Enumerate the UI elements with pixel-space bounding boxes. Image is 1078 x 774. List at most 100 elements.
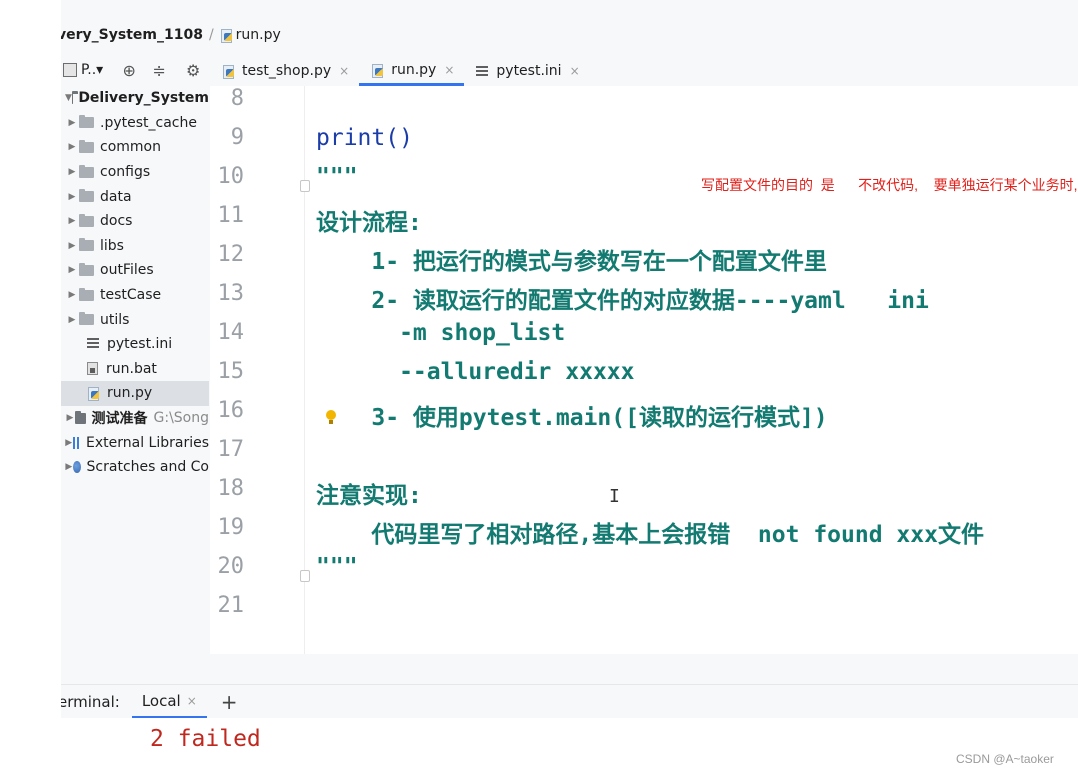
breadcrumb-project[interactable]: very_System_1108	[61, 27, 203, 43]
code-editor[interactable]: 8 9 print() 10 """ 11 设计流程: 12 1- 把运行的模式…	[210, 86, 1078, 654]
tree-folder-data[interactable]: ▶ data	[61, 184, 209, 209]
tree-item-label: common	[100, 139, 161, 156]
chevron-right-icon[interactable]: ▶	[65, 413, 75, 423]
chevron-right-icon[interactable]: ▶	[65, 462, 73, 472]
breadcrumb-file[interactable]: run.py	[236, 27, 281, 43]
tree-item-path: G:\Song	[153, 410, 210, 427]
project-tree: ▼ Delivery_System ▶ .pytest_cache ▶ comm…	[61, 86, 209, 672]
tab-label: pytest.ini	[496, 63, 562, 79]
tree-folder-configs[interactable]: ▶ configs	[61, 160, 209, 185]
tree-item-label: Scratches and Co	[86, 459, 209, 476]
close-icon[interactable]: ×	[187, 694, 197, 708]
tab-terminal-local[interactable]: Local ×	[131, 685, 207, 719]
line-number: 19	[217, 515, 245, 540]
tab-run-py[interactable]: run.py ×	[359, 56, 465, 86]
tree-item-label: 测试准备	[91, 411, 148, 428]
tree-folder-docs[interactable]: ▶ docs	[61, 209, 209, 234]
tree-external-libraries[interactable]: ▶ External Libraries	[61, 430, 209, 455]
tree-root[interactable]: ▼ Delivery_System	[61, 86, 209, 111]
fold-marker-icon[interactable]	[300, 570, 310, 582]
line-number: 8	[230, 86, 244, 111]
chevron-right-icon[interactable]: ▶	[65, 265, 79, 275]
editor-tabs: test_shop.py × run.py × pytest.ini ×	[210, 56, 1078, 87]
add-terminal-button[interactable]: +	[221, 690, 238, 714]
terminal-output[interactable]: 2 failed	[61, 718, 1078, 774]
tab-pytest-ini[interactable]: pytest.ini ×	[464, 56, 589, 86]
tree-folder-utils[interactable]: ▶ utils	[61, 307, 209, 332]
folder-icon	[79, 312, 94, 326]
chevron-right-icon[interactable]: ▶	[65, 438, 73, 448]
watermark: CSDN @A~taoker	[956, 752, 1054, 766]
tree-folder-testcase[interactable]: ▶ testCase	[61, 283, 209, 308]
folder-icon	[79, 189, 94, 203]
project-view-selector[interactable]: P..▾	[81, 62, 103, 78]
code-text: """	[316, 164, 358, 190]
code-text: 注意实现:	[316, 483, 422, 509]
code-text: 设计流程:	[316, 210, 422, 236]
collapse-all-icon[interactable]: ≑	[147, 61, 171, 80]
tree-item-label: testCase	[100, 287, 162, 304]
chevron-right-icon[interactable]: ▶	[65, 315, 79, 325]
close-icon[interactable]: ×	[570, 64, 580, 78]
tree-item-label: data	[100, 188, 132, 205]
code-text: -m shop_list	[316, 320, 566, 346]
line-number: 17	[217, 437, 245, 462]
code-text: 2- 读取运行的配置文件的对应数据----yaml ini	[316, 288, 929, 314]
ini-file-icon	[476, 65, 489, 77]
python-file-icon	[222, 64, 234, 79]
chevron-right-icon[interactable]: ▶	[65, 118, 79, 128]
chevron-right-icon[interactable]: ▶	[65, 142, 79, 152]
code-text: 1- 把运行的模式与参数写在一个配置文件里	[316, 249, 827, 275]
line-number: 14	[217, 320, 245, 345]
tree-file-run-py[interactable]: run.py	[61, 381, 209, 406]
tree-file-pytest-ini[interactable]: pytest.ini	[61, 332, 209, 357]
project-view-icon	[63, 63, 77, 77]
tab-label: run.py	[391, 61, 437, 78]
chevron-right-icon[interactable]: ▶	[65, 192, 79, 202]
tree-item-label: .pytest_cache	[100, 114, 197, 131]
folder-icon	[79, 115, 94, 129]
chevron-right-icon[interactable]: ▶	[65, 241, 79, 251]
line-number: 15	[217, 359, 245, 384]
code-line: 16 3- 使用pytest.main([读取的运行模式])	[210, 398, 1078, 445]
tree-folder-outfiles[interactable]: ▶ outFiles	[61, 258, 209, 283]
tree-item-label: run.bat	[106, 360, 157, 377]
breadcrumb: very_System_1108 / run.py	[61, 24, 1078, 46]
fold-marker-icon[interactable]	[300, 180, 310, 192]
line-number: 20	[217, 554, 245, 579]
code-text: print()	[316, 125, 413, 151]
gear-icon[interactable]: ⚙	[181, 61, 205, 80]
terminal-title: erminal:	[61, 693, 120, 711]
close-icon[interactable]: ×	[339, 64, 349, 78]
chevron-right-icon[interactable]: ▶	[65, 216, 79, 226]
tree-folder-pytest-cache[interactable]: ▶ .pytest_cache	[61, 111, 209, 136]
line-number: 21	[217, 593, 245, 618]
locate-file-icon[interactable]: ⊕	[117, 61, 141, 80]
line-number: 18	[217, 476, 245, 501]
code-text: 3- 使用pytest.main([读取的运行模式])	[316, 405, 828, 431]
breadcrumb-separator: /	[208, 27, 214, 43]
ini-file-icon	[87, 338, 99, 351]
folder-icon	[79, 262, 94, 276]
chevron-right-icon[interactable]: ▶	[65, 167, 79, 177]
tree-item-label: libs	[100, 237, 124, 254]
tree-scratches[interactable]: ▶ Scratches and Co	[61, 455, 209, 480]
chevron-down-icon[interactable]: ▼	[65, 93, 72, 103]
tree-item-label: docs	[100, 213, 133, 230]
close-icon[interactable]: ×	[444, 63, 454, 77]
terminal-toolbar: erminal: Local × +	[61, 684, 1078, 719]
tree-item-label: utils	[100, 311, 130, 328]
tree-file-run-bat[interactable]: run.bat	[61, 357, 209, 382]
line-number: 10	[217, 164, 245, 189]
tree-project-test-prep[interactable]: ▶ 测试准备 G:\Song	[61, 406, 209, 431]
code-text: 代码里写了相对路径,基本上会报错 not found xxx文件	[316, 522, 984, 548]
tab-test-shop[interactable]: test_shop.py ×	[210, 56, 359, 86]
text-cursor-icon: I	[609, 486, 620, 507]
tab-label: test_shop.py	[242, 63, 332, 79]
folder-icon	[79, 139, 94, 153]
tree-folder-common[interactable]: ▶ common	[61, 135, 209, 160]
code-text: --alluredir xxxxx	[316, 359, 635, 385]
chevron-right-icon[interactable]: ▶	[65, 290, 79, 300]
scratches-icon	[72, 461, 81, 474]
tree-folder-libs[interactable]: ▶ libs	[61, 234, 209, 259]
